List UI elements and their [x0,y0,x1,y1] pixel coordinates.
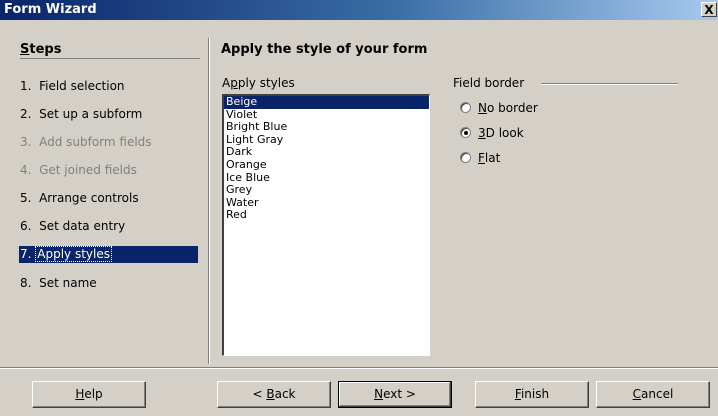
radio-icon[interactable] [460,152,471,163]
list-item[interactable]: Orange [224,158,429,172]
list-item[interactable]: Water [224,196,429,210]
step-set-up-subform[interactable]: 2. Set up a subform [20,106,142,123]
steps-heading: Steps [20,42,62,57]
field-border-divider [541,83,678,85]
step-field-selection[interactable]: 1. Field selection [20,78,125,95]
radio-flat[interactable]: Flat [460,150,500,166]
window-title: Form Wizard [4,2,97,17]
list-item[interactable]: Red [224,209,429,222]
step-arrange-controls[interactable]: 5. Arrange controls [20,190,139,207]
radio-checked-icon[interactable] [460,127,471,138]
step-add-subform-fields: 3. Add subform fields [20,135,152,149]
close-button[interactable]: X [701,2,717,17]
list-item[interactable]: Bright Blue [224,121,429,134]
step-set-name[interactable]: 8. Set name [20,275,97,292]
radio-no-border[interactable]: No border [460,100,538,116]
list-item[interactable]: Light Gray [224,133,429,147]
step-get-joined-fields: 4. Get joined fields [20,163,137,177]
back-button[interactable]: < Back [217,381,331,408]
radio-3d-look[interactable]: 3D look [460,125,524,141]
cancel-button[interactable]: Cancel [596,381,710,408]
styles-listbox[interactable]: Beige Violet Bright Blue Light Gray Dark Oran… [222,94,430,356]
close-icon: X [704,3,714,17]
finish-button[interactable]: Finish [475,381,589,408]
field-border-label: Field border [453,76,525,90]
list-item[interactable]: Ice Blue [224,171,429,185]
step-set-data-entry[interactable]: 6. Set data entry [20,218,125,235]
next-button[interactable]: Next > [338,381,452,408]
list-item[interactable]: Beige [224,96,429,109]
help-button[interactable]: Help [32,381,146,408]
list-item[interactable]: Grey [224,184,429,197]
step-apply-styles[interactable]: 7. Apply styles [19,246,198,263]
title-bar: Form Wizard X [0,0,718,20]
page-title: Apply the style of your form [221,42,428,57]
steps-divider [20,58,200,59]
styles-label: Apply styles [222,76,295,90]
radio-icon[interactable] [460,102,471,113]
